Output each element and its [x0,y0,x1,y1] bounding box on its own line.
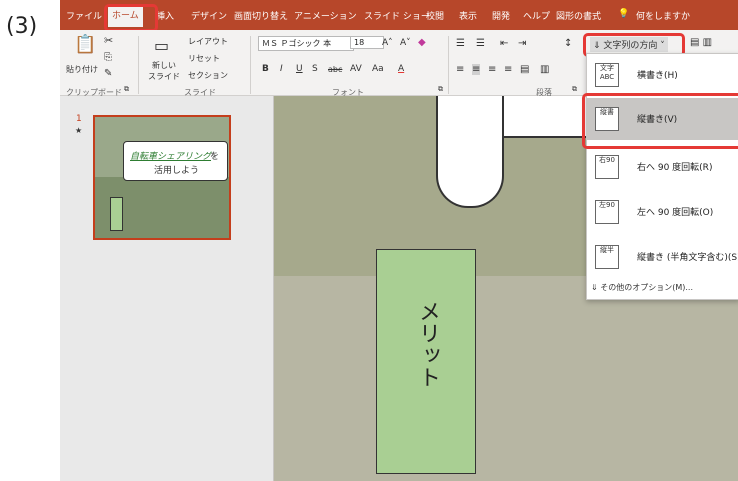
format-painter-icon[interactable]: ✎ [104,68,112,79]
justify-icon[interactable]: ≡ [504,64,512,75]
slide-number: 1 [76,114,82,124]
font-color-icon[interactable]: A [398,64,404,74]
columns-icon[interactable]: ▥ [540,64,549,75]
reset-button[interactable]: リセット [188,53,220,64]
menu-item-stacked[interactable]: 縦半 縦書き (半角文字含む)(S) [587,236,738,276]
lightbulb-icon: 💡 [618,9,630,19]
section-button[interactable]: セクション [188,70,228,81]
step-label: (3) [6,14,38,39]
menu-item-rotate-right[interactable]: 右90 右へ 90 度回転(R) [587,146,738,186]
more-options-label: その他のオプション(M)... [600,283,694,292]
copy-icon[interactable]: ⎘ [104,52,112,63]
shrink-font-icon[interactable]: A˅ [400,38,411,48]
menu-label-stacked: 縦書き (半角文字含む)(S) [637,253,738,263]
font-size-select[interactable]: 18 [350,36,384,49]
tab-animations[interactable]: アニメーション [294,9,357,22]
decrease-indent-icon[interactable]: ⇤ [500,38,508,49]
tab-view[interactable]: 表示 [459,9,477,22]
italic-icon[interactable]: I [280,64,283,74]
divider [448,36,449,94]
thumbnail-title-card: 自転車シェアリング を 活用しよう [123,141,228,181]
shapes-icon[interactable]: ▤ ▥ [690,37,712,48]
paste-icon[interactable]: 📋 [74,34,96,55]
tab-transitions[interactable]: 画面切り替え [234,9,288,22]
more-options-link[interactable]: ⇓ その他のオプション(M)... [591,282,693,293]
align-center-icon[interactable]: ≡ [472,64,481,75]
numbering-icon[interactable]: ☰ [476,38,485,49]
vertical-item-highlight [582,93,738,149]
font-name-select[interactable]: ＭＳ Ｐゴシック 本 [258,36,354,51]
increase-indent-icon[interactable]: ⇥ [518,38,526,49]
ribbon-tab-bar: ファイル ホーム 挿入 デザイン 画面切り替え アニメーション スライド ショー… [60,0,738,30]
clipboard-launcher-icon[interactable]: ⧉ [124,85,129,94]
bullets-icon[interactable]: ☰ [456,38,465,49]
paragraph-launcher-icon[interactable]: ⧉ [572,85,577,94]
tab-file[interactable]: ファイル [66,9,102,22]
menu-label-horizontal: 横書き(H) [637,71,678,81]
grow-font-icon[interactable]: A˄ [382,38,393,48]
tab-shape-format[interactable]: 図形の書式 [556,9,601,22]
tab-review[interactable]: 校閲 [426,9,444,22]
clear-format-icon[interactable]: ◆ [418,37,426,48]
layout-button[interactable]: レイアウト [188,36,228,47]
rotate-left-icon: 左90 [595,200,619,224]
strikethrough-icon[interactable]: abc [328,65,342,74]
slide-thumbnail[interactable]: 自転車シェアリング を 活用しよう [93,115,231,240]
tell-me-box[interactable]: 何をしますか [636,9,690,22]
divider [250,36,251,94]
bold-icon[interactable]: B [262,64,269,74]
distributed-icon[interactable]: ▤ [520,64,529,75]
char-spacing-icon[interactable]: AV [350,64,362,74]
align-left-icon[interactable]: ≡ [456,64,464,75]
paste-button[interactable]: 貼り付け [66,64,98,75]
new-slide-icon[interactable]: ▭ [154,36,169,55]
scroll-shape-end[interactable] [436,96,504,208]
home-tab-highlight [104,4,158,32]
merit-text: メリット [415,300,440,388]
tab-developer[interactable]: 開発 [492,9,510,22]
new-slide-label-2[interactable]: スライド [148,71,180,82]
merit-box[interactable]: メリット [376,249,476,474]
line-spacing-icon[interactable]: ↕ [564,38,572,49]
transition-star-icon: ★ [75,126,83,135]
powerpoint-window: ファイル ホーム 挿入 デザイン 画面切り替え アニメーション スライド ショー… [60,0,738,481]
menu-item-horizontal[interactable]: 文字 ABC 横書き(H) [587,54,738,94]
cut-icon[interactable]: ✂ [104,34,113,47]
tab-insert[interactable]: 挿入 [156,9,174,22]
horizontal-text-icon: 文字 ABC [595,63,619,87]
tab-help[interactable]: ヘルプ [523,9,550,22]
thumbnail-title-part1: 自転車シェアリング [130,152,212,162]
slide-thumbnail-pane: 1 ★ 自転車シェアリング を 活用しよう [60,96,273,481]
menu-label-rotate-left: 左へ 90 度回転(O) [637,208,714,218]
font-launcher-icon[interactable]: ⧉ [438,85,443,94]
divider [138,36,139,94]
shadow-icon[interactable]: S [312,64,318,74]
menu-label-rotate-right: 右へ 90 度回転(R) [637,163,713,173]
tab-slideshow[interactable]: スライド ショー [364,9,430,22]
menu-item-rotate-left[interactable]: 左90 左へ 90 度回転(O) [587,191,738,231]
align-right-icon[interactable]: ≡ [488,64,496,75]
change-case-icon[interactable]: Aa [372,64,384,74]
rotate-right-icon: 右90 [595,155,619,179]
thumbnail-title-part2: を [210,152,220,162]
text-direction-menu: 文字 ABC 横書き(H) 縦書 縦書き(V) 右90 右へ 90 度回転(R)… [586,53,738,300]
underline-icon[interactable]: U [296,64,303,74]
thumbnail-merit-box [110,197,123,231]
stacked-text-icon: 縦半 [595,245,619,269]
new-slide-label-1[interactable]: 新しい [152,60,176,71]
thumbnail-title-part3: 活用しよう [154,166,200,176]
tab-design[interactable]: デザイン [191,9,227,22]
